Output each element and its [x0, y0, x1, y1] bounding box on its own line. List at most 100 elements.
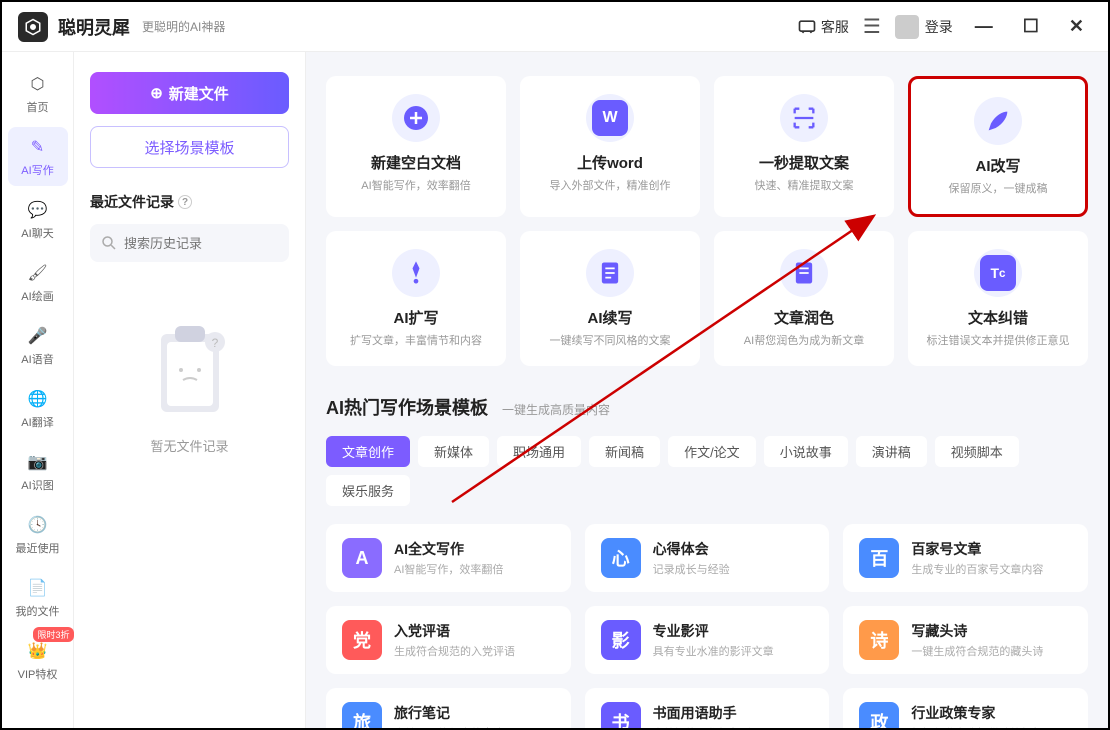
- tool-card-0[interactable]: 新建空白文档AI智能写作，效率翻倍: [326, 76, 506, 217]
- tab-3[interactable]: 新闻稿: [589, 436, 660, 467]
- tool-title: 新建空白文档: [371, 152, 461, 173]
- sidebar-item-7[interactable]: 🕓最近使用: [8, 505, 68, 564]
- sidebar-label: AI翻译: [21, 414, 53, 430]
- main-content: 新建空白文档AI智能写作，效率翻倍 W 上传word 导入外部文件，精准创作 一秒提取文…: [306, 52, 1108, 728]
- plus-icon: ⊕: [150, 84, 163, 102]
- template-desc: 生成符合规范的入党评语: [394, 643, 515, 659]
- sidebar-item-1[interactable]: ✎ AI写作: [8, 127, 68, 186]
- template-card-3[interactable]: 党入党评语生成符合规范的入党评语: [326, 606, 571, 674]
- tool-title: AI改写: [975, 155, 1020, 176]
- sidebar-icon: 💬: [26, 198, 50, 222]
- tab-6[interactable]: 演讲稿: [856, 436, 927, 467]
- template-icon: 百: [859, 538, 899, 578]
- section-header: AI热门写作场景模板 一键生成高质量内容: [326, 394, 1088, 420]
- template-card-8[interactable]: 政行业政策专家根据行业名称提供政策框架: [843, 688, 1088, 728]
- tool-desc: 标注错误文本并提供修正意见: [927, 332, 1070, 348]
- sidebar-label: 首页: [27, 99, 49, 115]
- tool-desc: 导入外部文件，精准创作: [550, 177, 671, 193]
- sidebar-label: AI聊天: [21, 225, 53, 241]
- template-title: AI全文写作: [394, 539, 503, 559]
- login-button[interactable]: 登录: [895, 15, 953, 39]
- template-card-4[interactable]: 影专业影评具有专业水准的影评文章: [585, 606, 830, 674]
- header: 聪明灵犀 更聪明的AI神器 客服 ☰ 登录 — ☐ ✕: [2, 2, 1108, 52]
- sidebar-label: 最近使用: [16, 540, 60, 556]
- template-icon: 旅: [342, 702, 382, 728]
- new-file-button[interactable]: ⊕ 新建文件: [90, 72, 289, 114]
- template-icon: 书: [601, 702, 641, 728]
- tool-icon: [780, 249, 828, 297]
- template-card-6[interactable]: 旅旅行笔记高效记录旅行中的点滴: [326, 688, 571, 728]
- template-title: 心得体会: [653, 539, 730, 559]
- template-title: 写藏头诗: [911, 621, 1043, 641]
- support-button[interactable]: 客服: [797, 17, 849, 37]
- sidebar-item-2[interactable]: 💬 AI聊天: [8, 190, 68, 249]
- empty-text: 暂无文件记录: [150, 436, 228, 455]
- tagline: 更聪明的AI神器: [142, 18, 225, 35]
- template-desc: 生成专业的百家号文章内容: [911, 561, 1043, 577]
- menu-icon[interactable]: ☰: [863, 14, 881, 39]
- tool-card-3[interactable]: AI改写保留原义，一键成稿: [908, 76, 1088, 217]
- tool-title: AI续写: [587, 307, 632, 328]
- help-icon[interactable]: ?: [178, 195, 192, 209]
- app-name: 聪明灵犀: [58, 14, 130, 40]
- sidebar-icon: ✎: [26, 135, 50, 159]
- tool-icon: W: [586, 94, 634, 142]
- tab-5[interactable]: 小说故事: [764, 436, 848, 467]
- sidebar-icon: 🖌: [26, 261, 50, 285]
- sidebar-label: VIP特权: [18, 666, 58, 682]
- search-input[interactable]: [90, 224, 289, 262]
- tool-card-1[interactable]: W 上传word 导入外部文件，精准创作: [520, 76, 700, 217]
- template-card-5[interactable]: 诗写藏头诗一键生成符合规范的藏头诗: [843, 606, 1088, 674]
- close-button[interactable]: ✕: [1061, 12, 1092, 41]
- sidebar-item-0[interactable]: ⬡首页: [8, 64, 68, 123]
- minimize-button[interactable]: —: [967, 12, 1001, 41]
- tool-title: 上传word: [577, 152, 643, 173]
- template-desc: 记录成长与经验: [653, 561, 730, 577]
- sidebar-item-6[interactable]: 📷AI识图: [8, 442, 68, 501]
- tool-icon: [392, 249, 440, 297]
- sidebar-label: AI写作: [21, 162, 53, 178]
- template-card-1[interactable]: 心心得体会记录成长与经验: [585, 524, 830, 592]
- template-card-2[interactable]: 百百家号文章生成专业的百家号文章内容: [843, 524, 1088, 592]
- template-icon: 党: [342, 620, 382, 660]
- sidebar-item-3[interactable]: 🖌AI绘画: [8, 253, 68, 312]
- section-title: AI热门写作场景模板: [326, 394, 488, 420]
- tab-1[interactable]: 新媒体: [418, 436, 489, 467]
- sidebar-item-9[interactable]: 👑VIP特权限时3折: [8, 631, 68, 690]
- tool-card-6[interactable]: 文章润色AI帮您润色为成为新文章: [714, 231, 894, 366]
- template-card-7[interactable]: 书书面用语助手高效智能写作好帮手: [585, 688, 830, 728]
- app-logo: [18, 12, 48, 42]
- sidebar: ⬡首页 ✎ AI写作 💬 AI聊天 🖌AI绘画🎤AI语音🌐AI翻译📷AI识图🕓最近使用📄我…: [2, 52, 74, 728]
- left-panel: ⊕ 新建文件 选择场景模板 最近文件记录 ? ? 暂无文件记录: [74, 52, 306, 728]
- tab-4[interactable]: 作文/论文: [668, 436, 756, 467]
- template-desc: 具有专业水准的影评文章: [653, 643, 774, 659]
- tool-card-4[interactable]: AI扩写扩写文章，丰富情节和内容: [326, 231, 506, 366]
- template-card-0[interactable]: AAI全文写作AI智能写作，效率翻倍: [326, 524, 571, 592]
- maximize-button[interactable]: ☐: [1015, 12, 1047, 41]
- tool-card-2[interactable]: 一秒提取文案快速、精准提取文案: [714, 76, 894, 217]
- template-desc: 高效智能写作好帮手: [653, 725, 752, 728]
- sidebar-item-4[interactable]: 🎤AI语音: [8, 316, 68, 375]
- tool-card-7[interactable]: Tc文本纠错标注错误文本并提供修正意见: [908, 231, 1088, 366]
- tool-icon: Tc: [974, 249, 1022, 297]
- template-desc: 一键生成符合规范的藏头诗: [911, 643, 1043, 659]
- template-icon: 诗: [859, 620, 899, 660]
- template-icon: A: [342, 538, 382, 578]
- tool-icon: [392, 94, 440, 142]
- tabs: 文章创作新媒体职场通用新闻稿作文/论文小说故事演讲稿视频脚本娱乐服务: [326, 436, 1088, 506]
- tab-0[interactable]: 文章创作: [326, 436, 410, 467]
- sidebar-item-8[interactable]: 📄我的文件: [8, 568, 68, 627]
- support-label: 客服: [821, 17, 849, 37]
- tool-title: AI扩写: [393, 307, 438, 328]
- recent-files-label: 最近文件记录 ?: [90, 192, 289, 212]
- choose-template-button[interactable]: 选择场景模板: [90, 126, 289, 168]
- tab-8[interactable]: 娱乐服务: [326, 475, 410, 506]
- svg-text:?: ?: [211, 336, 218, 350]
- tool-card-5[interactable]: AI续写一键续写不同风格的文案: [520, 231, 700, 366]
- sidebar-item-5[interactable]: 🌐AI翻译: [8, 379, 68, 438]
- search-icon: [100, 234, 118, 252]
- new-file-label: 新建文件: [169, 83, 229, 104]
- tab-7[interactable]: 视频脚本: [935, 436, 1019, 467]
- sidebar-icon: 📄: [26, 576, 50, 600]
- tab-2[interactable]: 职场通用: [497, 436, 581, 467]
